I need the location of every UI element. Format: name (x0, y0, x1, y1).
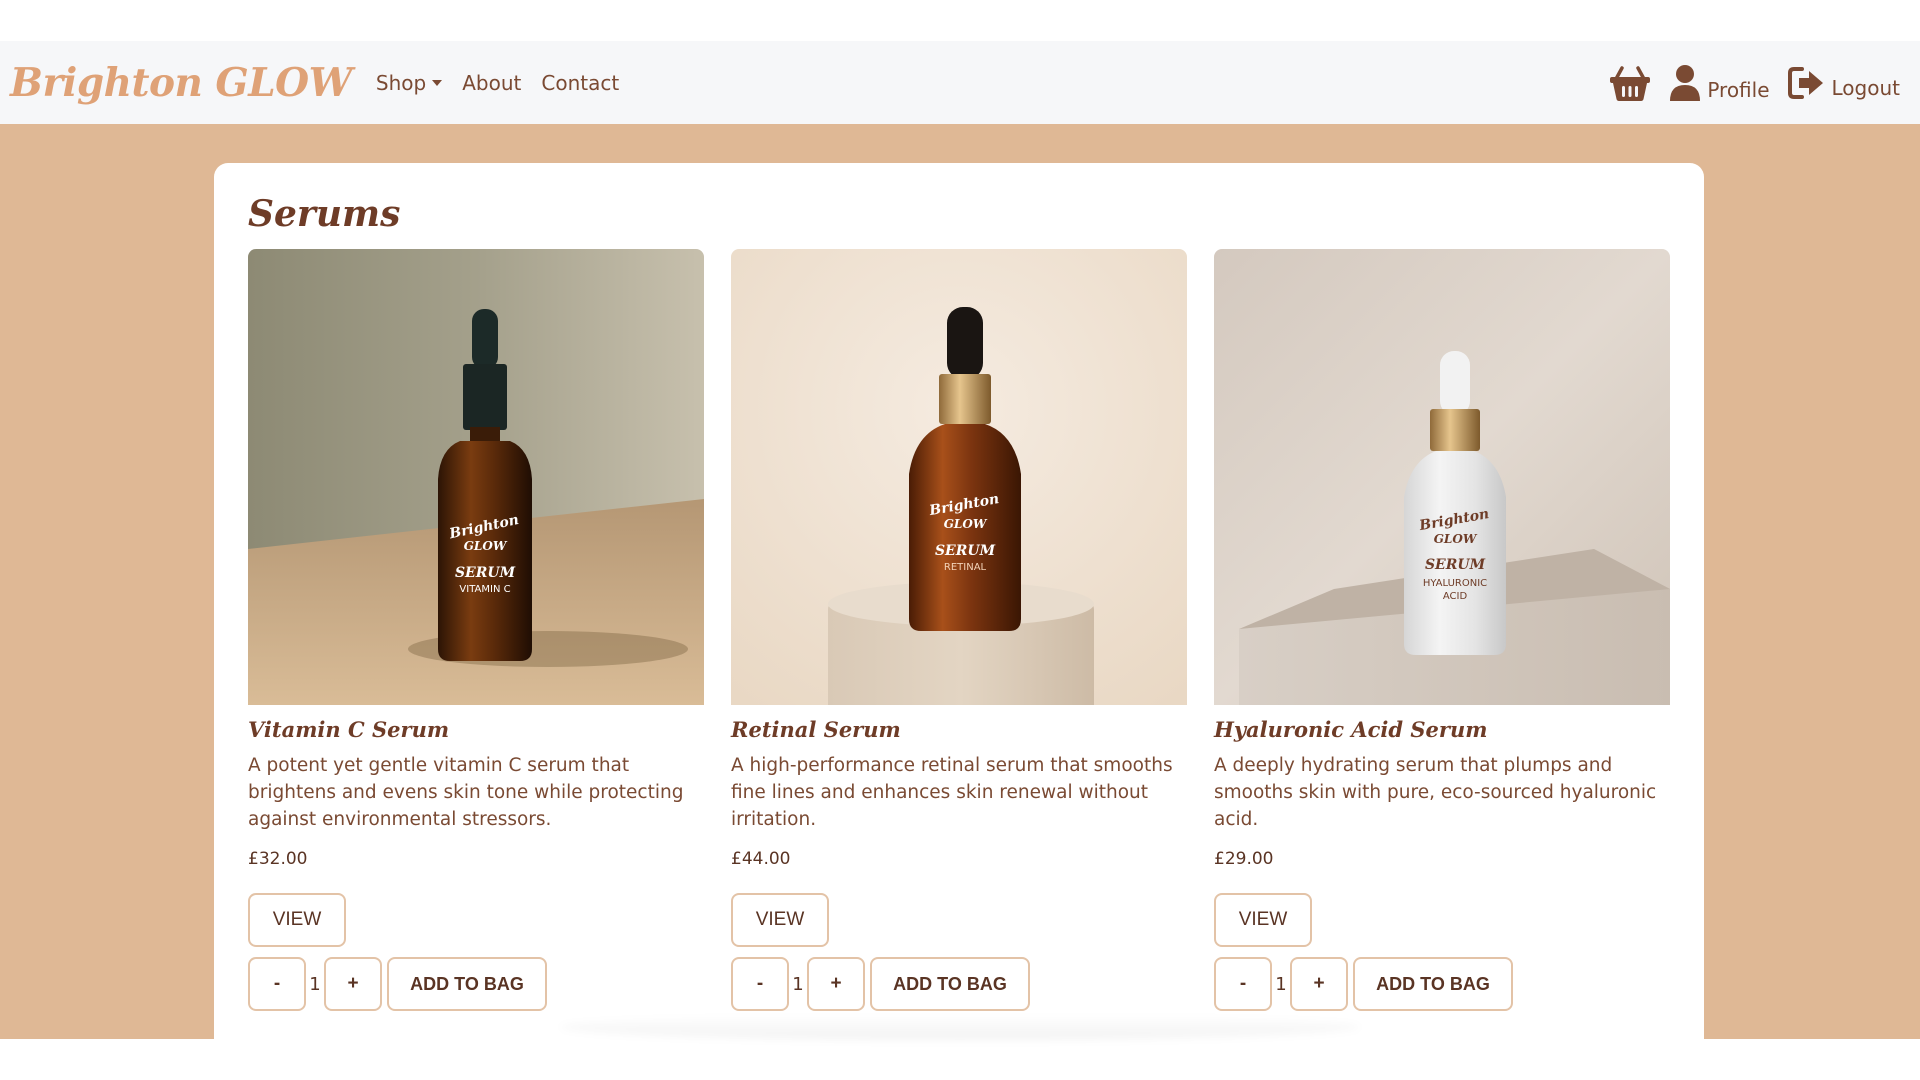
quantity-value: 1 (792, 973, 804, 995)
product-card: Brighton GLOW SERUM RETINAL Retinal Seru… (731, 249, 1187, 1011)
product-description: A high-performance retinal serum that sm… (731, 755, 1173, 830)
product-name[interactable]: Vitamin C Serum (248, 717, 704, 742)
nav-contact-link[interactable]: Contact (541, 71, 619, 95)
nav-right: Profile Logout (1609, 41, 1900, 124)
quantity-stepper: - 1 + ADD TO BAG (1214, 957, 1670, 1011)
quantity-stepper: - 1 + ADD TO BAG (248, 957, 704, 1011)
bottle-label-variant-2: ACID (1443, 591, 1468, 602)
basket-button[interactable] (1609, 64, 1651, 102)
bottle-label-type: SERUM (1425, 557, 1486, 573)
logout-label: Logout (1831, 75, 1900, 100)
product-description: A potent yet gentle vitamin C serum that… (248, 755, 684, 830)
increase-quantity-button[interactable]: + (807, 957, 865, 1011)
product-name[interactable]: Retinal Serum (731, 717, 1187, 742)
product-price: £32.00 (248, 849, 308, 869)
nav-links: Shop About Contact (376, 71, 619, 95)
product-price: £44.00 (731, 849, 791, 869)
add-to-bag-button[interactable]: ADD TO BAG (1353, 957, 1513, 1011)
bottle-label-variant: RETINAL (944, 562, 987, 573)
bottle-label-variant: HYALURONIC (1423, 578, 1487, 589)
decrease-quantity-button[interactable]: - (1214, 957, 1272, 1011)
decrease-quantity-button[interactable]: - (248, 957, 306, 1011)
product-card: Brighton GLOW SERUM VITAMIN C Vitamin C … (248, 249, 704, 1011)
nav-shop-dropdown[interactable]: Shop (375, 70, 443, 95)
product-price: £29.00 (1214, 849, 1274, 869)
bottle-label-type: SERUM (455, 565, 516, 581)
increase-quantity-button[interactable]: + (324, 957, 382, 1011)
product-image-retinal[interactable]: Brighton GLOW SERUM RETINAL (731, 249, 1187, 705)
product-card: Brighton GLOW SERUM HYALURONIC ACID Hyal… (1214, 249, 1670, 1011)
quantity-value: 1 (1275, 973, 1287, 995)
caret-down-icon (432, 79, 443, 86)
nav-about-link[interactable]: About (462, 71, 521, 95)
logout-icon (1787, 66, 1823, 99)
add-to-bag-button[interactable]: ADD TO BAG (870, 957, 1030, 1011)
add-to-bag-button[interactable]: ADD TO BAG (387, 957, 547, 1011)
profile-link[interactable]: Profile (1669, 64, 1770, 102)
nav-shop-label: Shop (375, 70, 427, 95)
product-image-hyaluronic[interactable]: Brighton GLOW SERUM HYALURONIC ACID (1214, 249, 1670, 705)
view-button[interactable]: VIEW (248, 893, 346, 947)
bottle-label-type: SERUM (935, 543, 996, 559)
quantity-value: 1 (309, 973, 321, 995)
product-description: A deeply hydrating serum that plumps and… (1214, 755, 1657, 830)
user-icon (1670, 64, 1701, 101)
product-image-vitamin-c[interactable]: Brighton GLOW SERUM VITAMIN C (248, 249, 704, 705)
logout-link[interactable]: Logout (1787, 66, 1900, 100)
basket-icon (1610, 65, 1651, 101)
view-button[interactable]: VIEW (1214, 893, 1312, 947)
bottle-label-glow: GLOW (1434, 532, 1478, 546)
product-name[interactable]: Hyaluronic Acid Serum (1214, 717, 1670, 742)
bottle-label-glow: GLOW (464, 539, 508, 553)
bottle-label-glow: GLOW (944, 517, 988, 531)
page-title: Serums (248, 193, 401, 235)
footer-shadow (560, 1014, 1360, 1040)
navbar: Brighton GLOW Shop About Contact Profile… (0, 41, 1920, 124)
profile-label: Profile (1707, 77, 1770, 102)
products-card: Serums Brighton GLOW SERUM VITAMIN C Vit… (214, 163, 1704, 1039)
view-button[interactable]: VIEW (731, 893, 829, 947)
bottle-label-variant: VITAMIN C (459, 584, 510, 595)
quantity-stepper: - 1 + ADD TO BAG (731, 957, 1187, 1011)
brand-logo[interactable]: Brighton GLOW (10, 60, 352, 106)
increase-quantity-button[interactable]: + (1290, 957, 1348, 1011)
decrease-quantity-button[interactable]: - (731, 957, 789, 1011)
